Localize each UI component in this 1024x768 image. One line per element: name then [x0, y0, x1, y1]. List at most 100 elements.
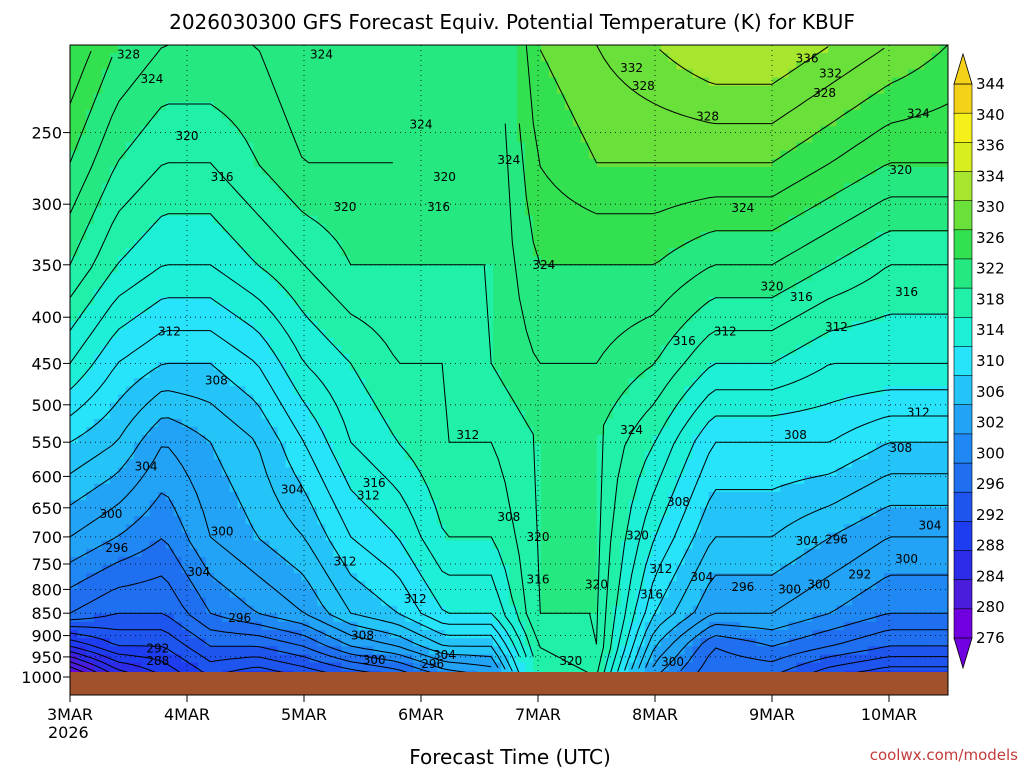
heatmap-cell	[445, 110, 454, 119]
heatmap-cell	[437, 248, 446, 257]
heatmap-cell	[477, 630, 486, 639]
heatmap-cell	[221, 53, 231, 62]
heatmap-cell	[373, 565, 382, 574]
heatmap-cell	[493, 491, 502, 501]
heatmap-cell	[86, 500, 95, 509]
heatmap-cell	[548, 508, 558, 517]
heatmap-cell	[293, 394, 303, 404]
heatmap-cell	[309, 101, 319, 111]
heatmap-cell	[509, 402, 518, 412]
heatmap-cell	[365, 142, 374, 152]
heatmap-cell	[157, 134, 167, 144]
heatmap-cell	[532, 118, 542, 127]
heatmap-cell	[429, 370, 438, 379]
heatmap-cell	[261, 126, 271, 135]
heatmap-cell	[309, 240, 319, 249]
heatmap-cell	[365, 426, 374, 436]
heatmap-cell	[93, 248, 103, 257]
heatmap-cell	[125, 118, 135, 127]
heatmap-cell	[229, 638, 239, 647]
heatmap-cell	[293, 158, 303, 168]
heatmap-cell	[501, 280, 510, 290]
heatmap-cell	[117, 565, 127, 574]
heatmap-cell	[453, 93, 462, 103]
heatmap-cell	[469, 183, 478, 192]
heatmap-cell	[229, 410, 239, 420]
heatmap-cell	[389, 118, 398, 127]
heatmap-cell	[205, 240, 215, 249]
heatmap-cell	[333, 248, 342, 257]
heatmap-cell	[277, 134, 287, 144]
heatmap-cell	[477, 134, 486, 144]
heatmap-cell	[317, 110, 326, 119]
heatmap-cell	[205, 53, 215, 62]
heatmap-cell	[365, 134, 374, 144]
heatmap-cell	[197, 581, 207, 590]
heatmap-cell	[173, 142, 183, 152]
heatmap-cell	[429, 467, 438, 477]
heatmap-cell	[532, 662, 542, 672]
heatmap-cell	[405, 264, 414, 274]
heatmap-cell	[245, 638, 255, 647]
heatmap-cell	[237, 53, 247, 62]
heatmap-cell	[197, 110, 207, 119]
heatmap-cell	[149, 288, 159, 298]
heatmap-cell	[109, 248, 119, 257]
heatmap-cell	[373, 61, 382, 70]
heatmap-cell	[373, 353, 382, 363]
heatmap-cell	[189, 443, 199, 452]
heatmap-cell	[117, 418, 127, 428]
heatmap-cell	[349, 134, 358, 144]
heatmap-cell	[461, 621, 470, 631]
heatmap-cell	[493, 288, 502, 298]
heatmap-cell	[101, 85, 111, 95]
heatmap-cell	[189, 199, 199, 209]
heatmap-cell	[197, 467, 207, 477]
heatmap-cell	[556, 288, 566, 298]
heatmap-cell	[157, 459, 167, 469]
heatmap-cell	[373, 142, 382, 152]
heatmap-cell	[540, 191, 550, 200]
heatmap-cell	[548, 386, 558, 395]
heatmap-cell	[469, 345, 478, 355]
heatmap-cell	[532, 410, 542, 420]
heatmap-cell	[540, 337, 550, 347]
heatmap-cell	[493, 85, 502, 95]
heatmap-cell	[373, 516, 382, 525]
heatmap-cell	[253, 126, 263, 135]
heatmap-cell	[421, 134, 430, 144]
heatmap-cell	[373, 508, 382, 517]
heatmap-cell	[197, 264, 207, 274]
heatmap-cell	[548, 646, 558, 655]
heatmap-cell	[133, 378, 143, 387]
heatmap-cell	[245, 118, 255, 127]
heatmap-cell	[173, 345, 183, 355]
heatmap-cell	[117, 296, 127, 306]
heatmap-cell	[564, 223, 574, 233]
heatmap-cell	[261, 565, 271, 574]
heatmap-cell	[397, 215, 406, 225]
heatmap-cell	[109, 313, 119, 322]
heatmap-cell	[477, 662, 486, 672]
heatmap-cell	[285, 158, 295, 168]
heatmap-cell	[461, 329, 470, 339]
heatmap-cell	[349, 142, 358, 152]
heatmap-cell	[429, 443, 438, 452]
heatmap-cell	[540, 467, 550, 477]
heatmap-cell	[493, 134, 502, 144]
heatmap-cell	[229, 565, 239, 574]
heatmap-cell	[357, 565, 366, 574]
heatmap-cell	[117, 581, 127, 590]
heatmap-cell	[517, 540, 526, 550]
heatmap-cell	[149, 378, 159, 387]
heatmap-cell	[309, 183, 319, 192]
heatmap-cell	[485, 483, 494, 493]
heatmap-cell	[325, 370, 334, 379]
heatmap-cell	[157, 597, 167, 607]
heatmap-cell	[525, 199, 534, 209]
heatmap-cell	[509, 93, 518, 103]
heatmap-cell	[213, 621, 223, 631]
heatmap-cell	[461, 93, 470, 103]
heatmap-cell	[517, 394, 526, 404]
heatmap-cell	[93, 475, 103, 485]
